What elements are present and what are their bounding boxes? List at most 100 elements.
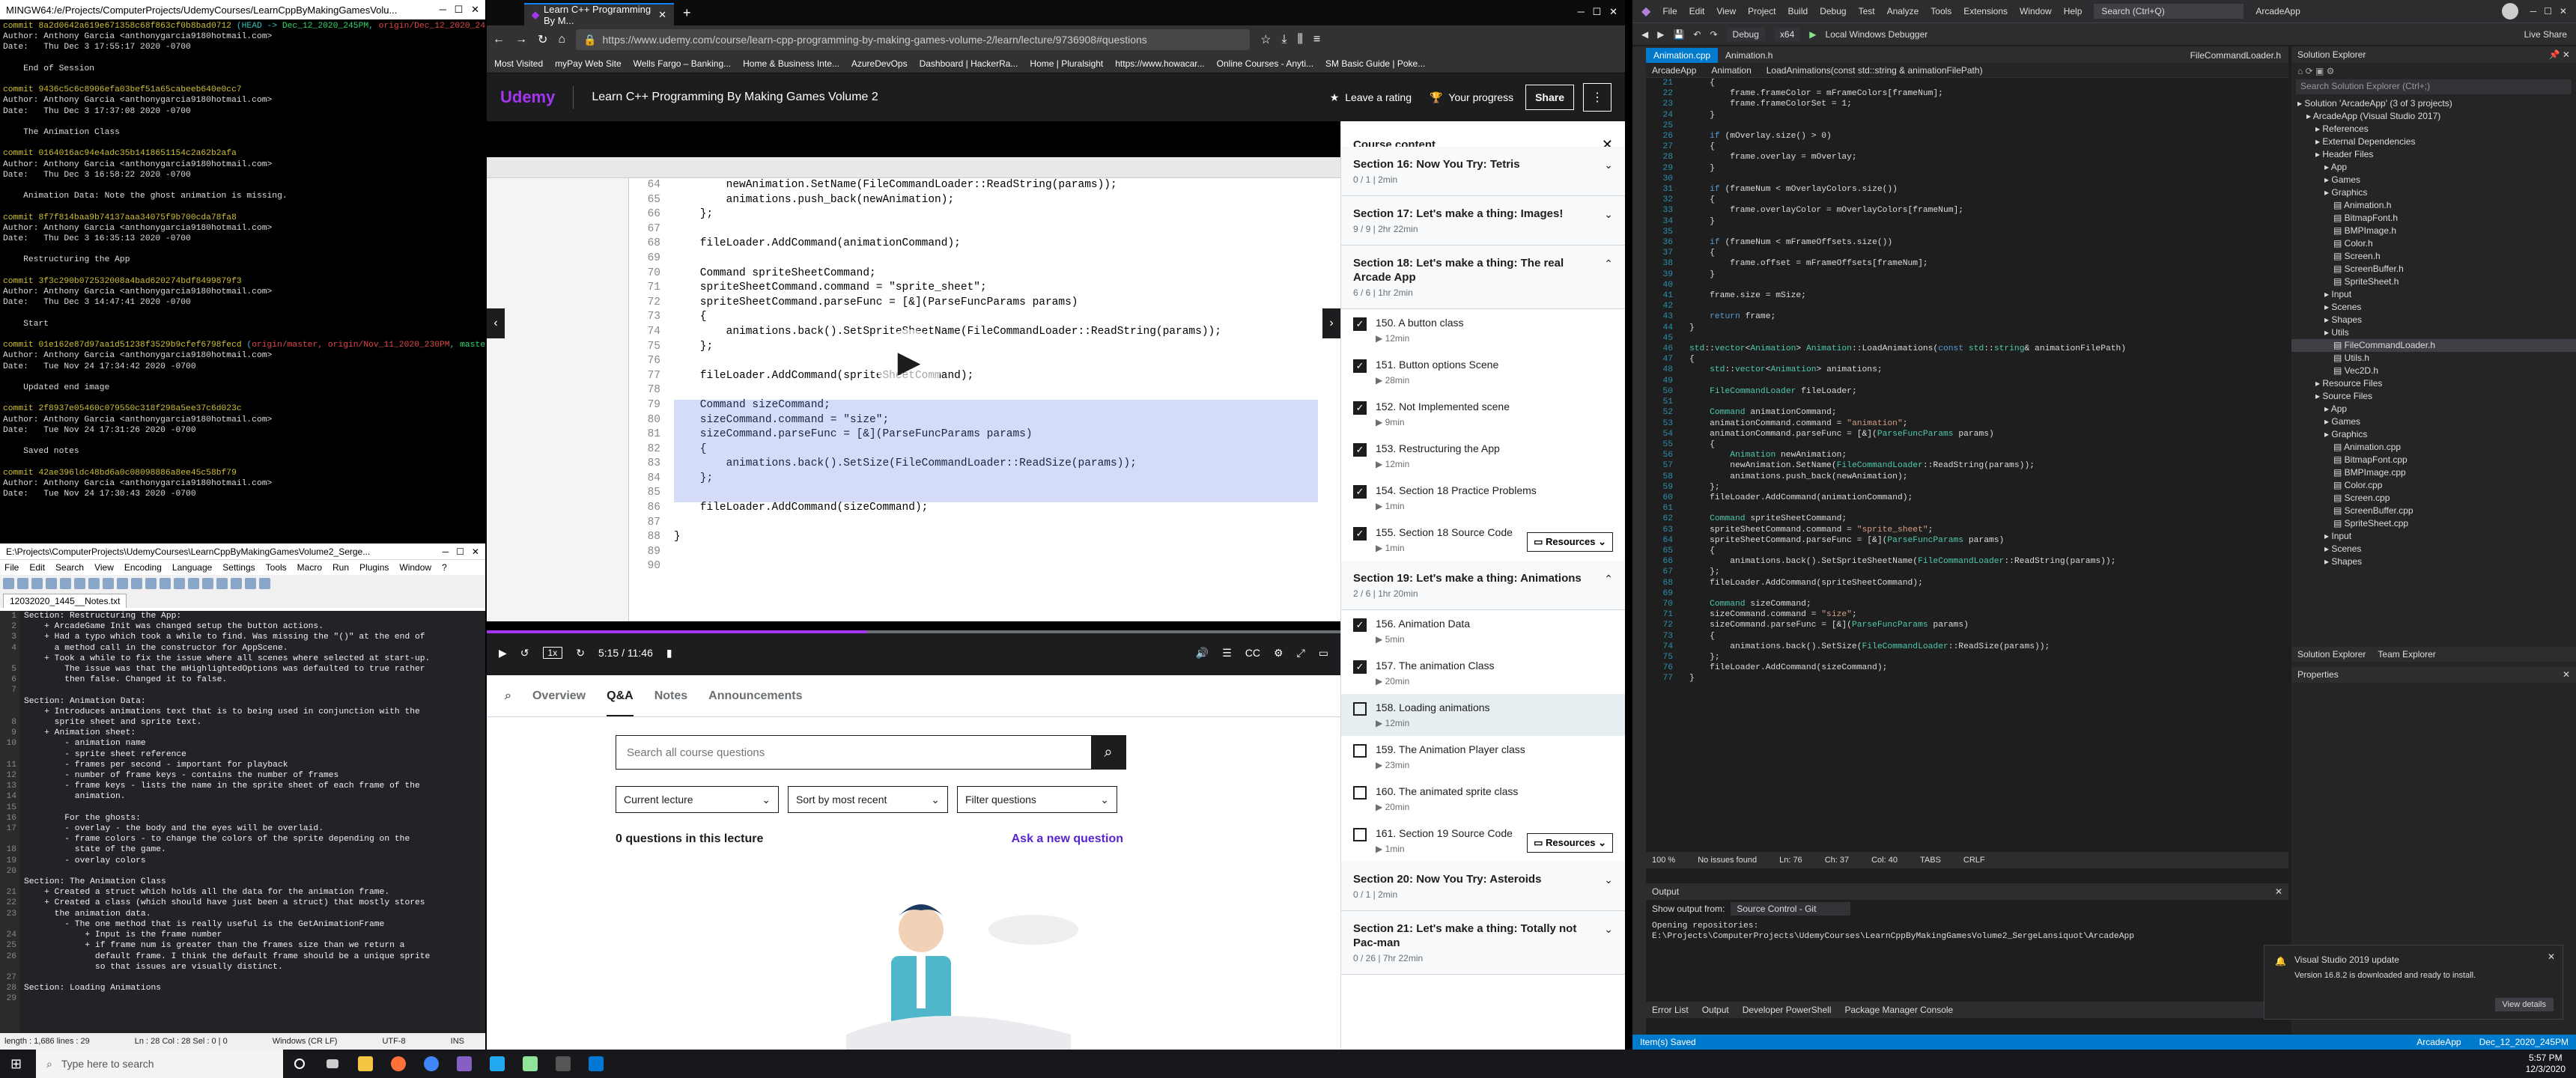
- chevron-down-icon[interactable]: ⌄: [1604, 874, 1613, 886]
- menu-item-[interactable]: ?: [442, 562, 447, 573]
- menu-item-tools[interactable]: Tools: [266, 562, 287, 573]
- tree-item[interactable]: ▤ Color.cpp: [2291, 479, 2576, 492]
- search-icon[interactable]: ⌕: [505, 689, 511, 703]
- bookmark-star-icon[interactable]: ☆: [1260, 32, 1271, 47]
- lecture-tabs[interactable]: ⌕ Overview Q&A Notes Announcements: [487, 675, 1340, 717]
- forward-nav-icon[interactable]: ▶: [1657, 29, 1664, 40]
- live-share-button[interactable]: Live Share: [2524, 29, 2567, 40]
- lecture-checkbox[interactable]: [1353, 786, 1367, 800]
- tree-item[interactable]: ▸ App: [2291, 161, 2576, 174]
- save-icon[interactable]: 💾: [1673, 29, 1684, 40]
- lecture-item[interactable]: ✓ 152. Not Implemented scene ▶ 9min: [1341, 393, 1625, 435]
- menu-item-plugins[interactable]: Plugins: [359, 562, 389, 573]
- document-tab[interactable]: Animation.cpp: [1646, 48, 1719, 63]
- menu-item-encoding[interactable]: Encoding: [124, 562, 162, 573]
- video-seekbar[interactable]: [487, 630, 1340, 633]
- bookmark-item[interactable]: Home | Pluralsight: [1030, 58, 1103, 69]
- tree-item[interactable]: ▸ Utils: [2291, 326, 2576, 339]
- menu-item-settings[interactable]: Settings: [222, 562, 255, 573]
- menu-item-macro[interactable]: Macro: [297, 562, 322, 573]
- bookmark-item[interactable]: Dashboard | HackerRa...: [920, 58, 1018, 69]
- captions-icon[interactable]: CC: [1245, 647, 1260, 659]
- solution-panel-tabs[interactable]: Solution Explorer Team Explorer: [2291, 647, 2576, 662]
- back-icon[interactable]: ←: [493, 33, 505, 46]
- tree-item[interactable]: ▤ ScreenBuffer.cpp: [2291, 505, 2576, 517]
- question-filters[interactable]: Current lecture ⌄ Sort by most recent ⌄ Filt…: [616, 786, 1117, 813]
- firefox-window[interactable]: ◆ Learn C++ Programming By M... ✕ + ─ ☐ …: [487, 0, 1625, 1050]
- taskbar-clock[interactable]: 5:57 PM 12/3/2020: [2526, 1053, 2566, 1075]
- notepad-editor[interactable]: 1 2 3 4 5 6 7 8 9 10 11 12 13 14 15 16 1…: [0, 611, 485, 1033]
- menu-item-language[interactable]: Language: [172, 562, 212, 573]
- bottom-tab[interactable]: Error List: [1652, 1005, 1689, 1015]
- bookmark-item[interactable]: Home & Business Inte...: [743, 58, 839, 69]
- bottom-tab[interactable]: Output: [1702, 1005, 1729, 1015]
- vs-menubar[interactable]: File Edit View Project Build Debug Test Analyze…: [1662, 6, 2082, 16]
- lecture-checkbox[interactable]: [1353, 828, 1367, 841]
- file-explorer-icon[interactable]: [349, 1050, 382, 1078]
- tab-overview[interactable]: Overview: [532, 689, 586, 703]
- lecture-item[interactable]: ✓ 155. Section 18 Source Code ▶ 1min ▭ Reso…: [1341, 519, 1625, 561]
- tree-item[interactable]: ▤ FileCommandLoader.h: [2291, 339, 2576, 352]
- tree-item[interactable]: ▤ Vec2D.h: [2291, 365, 2576, 377]
- undo-icon[interactable]: [145, 577, 157, 589]
- solution-toolbar[interactable]: ⌂ ⟳ ▣ ⚙: [2291, 63, 2576, 79]
- vs-menu-extensions[interactable]: Extensions: [1963, 6, 2008, 16]
- lecture-checkbox[interactable]: [1353, 744, 1367, 758]
- tree-item[interactable]: ▤ Screen.h: [2291, 250, 2576, 263]
- cut-icon[interactable]: [103, 577, 114, 589]
- lecture-checkbox[interactable]: ✓: [1353, 359, 1367, 373]
- vs-source-code[interactable]: { frame.frameColor = mFrameColors[frameN…: [1679, 78, 2126, 834]
- back-nav-icon[interactable]: ◀: [1641, 29, 1648, 40]
- solution-panel-tab[interactable]: Solution Explorer: [2297, 649, 2366, 660]
- bottom-tab[interactable]: Developer PowerShell: [1743, 1005, 1832, 1015]
- bookmark-item[interactable]: Online Courses - Anyti...: [1217, 58, 1313, 69]
- macro-record-icon[interactable]: [245, 577, 256, 589]
- view-details-button[interactable]: View details: [2494, 998, 2554, 1011]
- chrome-icon[interactable]: [415, 1050, 448, 1078]
- tree-item[interactable]: ▸ Games: [2291, 415, 2576, 428]
- lecture-checkbox[interactable]: ✓: [1353, 443, 1367, 457]
- home-icon[interactable]: ⌂: [558, 33, 565, 46]
- tree-item[interactable]: ▸ External Dependencies: [2291, 135, 2576, 148]
- forward-icon[interactable]: →: [515, 33, 527, 46]
- cortana-icon[interactable]: [283, 1050, 316, 1078]
- undo-icon[interactable]: ↶: [1693, 29, 1701, 40]
- tree-item[interactable]: ▤ ScreenBuffer.h: [2291, 263, 2576, 275]
- output-close-icon[interactable]: ✕: [2275, 886, 2282, 897]
- fullscreen-icon[interactable]: ⤢: [1297, 647, 1305, 660]
- vs-menu-edit[interactable]: Edit: [1689, 6, 1705, 16]
- lecture-checkbox[interactable]: ✓: [1353, 485, 1367, 499]
- tree-item[interactable]: ▸ Source Files: [2291, 390, 2576, 403]
- git-bash-icon[interactable]: [547, 1050, 580, 1078]
- lecture-item[interactable]: 161. Section 19 Source Code ▶ 1min ▭ Resou…: [1341, 820, 1625, 862]
- terminal-titlebar[interactable]: MINGW64:/e/Projects/ComputerProjects/Ude…: [0, 0, 485, 19]
- play-overlay-icon[interactable]: ▶: [876, 329, 942, 395]
- status-repo[interactable]: ArcadeApp: [2416, 1037, 2461, 1047]
- tree-item[interactable]: ▸ Header Files: [2291, 148, 2576, 161]
- lecture-item[interactable]: 159. The Animation Player class ▶ 23min: [1341, 736, 1625, 778]
- new-file-icon[interactable]: [3, 577, 14, 589]
- config-dropdown[interactable]: Debug: [1726, 27, 1765, 41]
- ask-question-button[interactable]: Ask a new question: [1012, 832, 1123, 846]
- notepad-titlebar[interactable]: E:\Projects\ComputerProjects\UdemyCourse…: [0, 543, 485, 560]
- tree-item[interactable]: ▸ Shapes: [2291, 314, 2576, 326]
- pin-icon[interactable]: 📌 ✕: [2549, 49, 2570, 60]
- vs-search-box[interactable]: Search (Ctrl+Q): [2094, 4, 2244, 19]
- vs-toolbar[interactable]: ◀ ▶ 💾 ↶ ↷ Debug x64 ▶ Local Windows Debu…: [1632, 22, 2576, 45]
- notepad-menubar[interactable]: File Edit Search View Encoding Language Settin…: [0, 560, 485, 575]
- vs-menu-file[interactable]: File: [1662, 6, 1677, 16]
- solution-explorer[interactable]: Solution Explorer 📌 ✕ ⌂ ⟳ ▣ ⚙ Search Solu…: [2291, 46, 2576, 1050]
- tree-item[interactable]: ▸ ArcadeApp (Visual Studio 2017): [2291, 110, 2576, 123]
- firefox-icon[interactable]: [382, 1050, 415, 1078]
- git-bash-window[interactable]: MINGW64:/e/Projects/ComputerProjects/Ude…: [0, 0, 485, 542]
- tab-close-icon[interactable]: ✕: [658, 9, 666, 21]
- tree-item[interactable]: ▤ BMPImage.cpp: [2291, 466, 2576, 479]
- video-player[interactable]: 64 65 66 67 68 69 70 71 72 73 74 75 76 7…: [487, 121, 1340, 675]
- bookmark-item[interactable]: myPay Web Site: [555, 58, 621, 69]
- settings-icon[interactable]: ⚙: [1274, 647, 1284, 660]
- server-explorer-sidebar[interactable]: [1632, 46, 1646, 1035]
- nav-dropdown[interactable]: Animation: [1711, 65, 1751, 76]
- library-icon[interactable]: ⫼: [1298, 33, 1303, 46]
- vs-menu-project[interactable]: Project: [1748, 6, 1775, 16]
- tree-item[interactable]: ▤ Animation.cpp: [2291, 441, 2576, 454]
